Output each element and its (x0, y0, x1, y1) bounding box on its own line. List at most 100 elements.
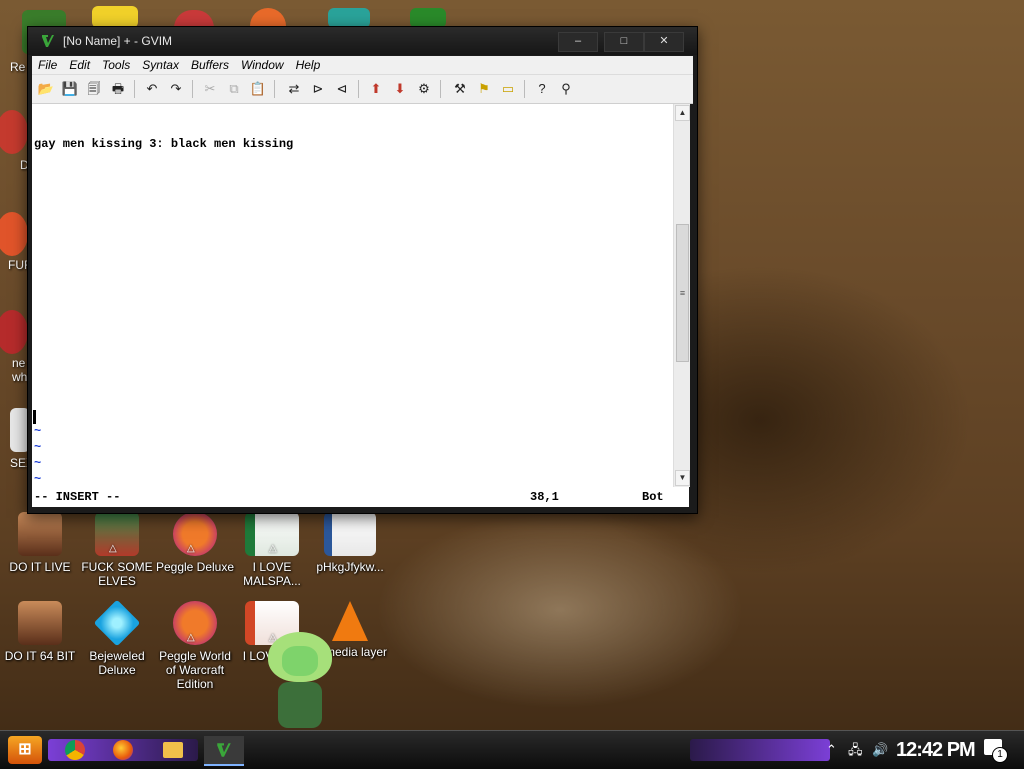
save-all-icon[interactable]: 🗐 (84, 79, 104, 99)
excel-icon: △ (245, 512, 299, 556)
find-next-icon[interactable]: ⊳ (308, 79, 328, 99)
desktop-icon-bejeweled-deluxe[interactable]: Bejeweled Deluxe (77, 599, 157, 677)
partial-icon-2[interactable] (0, 110, 28, 154)
firefox-icon[interactable] (108, 736, 138, 764)
toolbar-separator (134, 80, 135, 98)
toolbar-separator (524, 80, 525, 98)
print-icon[interactable]: 🖶 (108, 79, 128, 99)
scroll-up-icon[interactable]: ▲ (675, 105, 690, 121)
make-icon[interactable]: ⚒ (450, 79, 470, 99)
partial-label-re: Re (10, 60, 26, 74)
help-icon[interactable]: ? (532, 79, 552, 99)
desktop-icon-label: FUCK SOME ELVES (81, 560, 153, 588)
volume-icon[interactable]: 🔊 (872, 731, 888, 769)
empty-line-marker: ~ (34, 424, 42, 438)
desktop-icon-do-it-live[interactable]: DO IT LIVE (0, 512, 80, 574)
portrait-icon (18, 601, 62, 645)
open-icon[interactable]: 📂 (36, 79, 56, 99)
title-bar[interactable]: [No Name] + - GVIM – □ ✕ (28, 27, 697, 55)
gvim-window[interactable]: [No Name] + - GVIM – □ ✕ File Edit Tools Sy… (27, 26, 698, 514)
menu-help[interactable]: Help (290, 56, 327, 74)
redo-icon[interactable]: ↷ (166, 79, 186, 99)
file-explorer-icon[interactable] (158, 736, 188, 764)
desktop-icon-fuck-some-elves[interactable]: △ FUCK SOME ELVES (77, 512, 157, 588)
top-partial-icon-5[interactable] (410, 8, 446, 28)
start-button[interactable]: ⊞ (8, 736, 42, 764)
scroll-down-icon[interactable]: ▼ (675, 470, 690, 486)
peggle-icon: △ (173, 601, 217, 645)
gem-icon (93, 599, 141, 647)
mode-indicator: -- INSERT -- (34, 490, 121, 504)
menu-buffers[interactable]: Buffers (185, 56, 235, 74)
editor-text-area[interactable]: gay men kissing 3: black men kissing ~ ~… (32, 104, 673, 487)
gvim-taskbar-button[interactable] (204, 736, 244, 766)
menu-window[interactable]: Window (235, 56, 290, 74)
desktop-icon-do-it-64-bit[interactable]: DO IT 64 BIT (0, 601, 80, 663)
clock[interactable]: 12:42 PM (896, 733, 976, 767)
peggle-icon: △ (173, 512, 217, 556)
desktop-icon-label: pHkgJfykw... (316, 560, 384, 574)
save-icon[interactable]: 💾 (60, 79, 80, 99)
menu-file[interactable]: File (32, 56, 63, 74)
notification-count-badge: 1 (992, 747, 1008, 763)
run-script-icon[interactable]: ⚙ (414, 79, 434, 99)
desktop-icon-label: DO IT LIVE (9, 560, 71, 574)
toolbar: 📂 💾 🗐 🖶 ↶ ↷ ✂ ⧉ 📋 ⇄ ⊳ ⊲ ⬆ ⬇ ⚙ ⚒ ⚑ ▭ ? ⚲ (32, 75, 693, 104)
toolbar-separator (358, 80, 359, 98)
top-partial-icon-4[interactable] (328, 8, 370, 28)
toolbar-separator (274, 80, 275, 98)
desktop-icon-label: Bejeweled Deluxe (89, 649, 145, 677)
scroll-indicator: Bot (642, 490, 664, 504)
menu-edit[interactable]: Edit (63, 56, 96, 74)
game-icon: △ (95, 512, 139, 556)
vertical-scrollbar[interactable]: ▲ ≡ ▼ (673, 104, 690, 487)
desktop-icon-peggle-wow[interactable]: △ Peggle World of Warcraft Edition (155, 601, 235, 691)
partial-label-ne: ne (12, 356, 26, 370)
partial-label-wh: wh (12, 370, 28, 384)
desktop-icon-phkgjfykw[interactable]: pHkgJfykw... (310, 512, 390, 574)
partial-icon-3[interactable] (0, 212, 28, 256)
menu-syntax[interactable]: Syntax (136, 56, 185, 74)
desktop-icon-i-love-malspa[interactable]: △ I LOVE MALSPA... (232, 512, 312, 588)
desktop-icon-peggle-deluxe[interactable]: △ Peggle Deluxe (155, 512, 235, 574)
editor-line: gay men kissing 3: black men kissing (34, 137, 294, 151)
taskbar-accent-bar-right (690, 739, 830, 761)
paste-icon[interactable]: 📋 (248, 79, 268, 99)
jump-tag-icon[interactable]: ▭ (498, 79, 518, 99)
vim-logo-icon (42, 35, 54, 47)
undo-icon[interactable]: ↶ (142, 79, 162, 99)
desktop-icon-label: DO IT 64 BIT (4, 649, 76, 663)
taskbar: ⊞ ⌃ 🖧 🔊 12:42 PM 1 (0, 730, 1024, 769)
menu-tools[interactable]: Tools (96, 56, 136, 74)
copy-icon[interactable]: ⧉ (224, 79, 244, 99)
save-session-icon[interactable]: ⬇ (390, 79, 410, 99)
toolbar-separator (440, 80, 441, 98)
empty-line-marker: ~ (34, 440, 42, 454)
find-help-icon[interactable]: ⚲ (556, 79, 576, 99)
minimize-button[interactable]: – (558, 32, 598, 52)
top-partial-icon-1[interactable] (92, 6, 138, 28)
toolbar-separator (192, 80, 193, 98)
cut-icon[interactable]: ✂ (200, 79, 220, 99)
load-session-icon[interactable]: ⬆ (366, 79, 386, 99)
top-partial-icon-3[interactable] (250, 8, 286, 28)
text-cursor (33, 410, 36, 424)
build-tags-icon[interactable]: ⚑ (474, 79, 494, 99)
replace-icon[interactable]: ⇄ (284, 79, 304, 99)
chrome-icon[interactable] (60, 736, 90, 764)
close-button[interactable]: ✕ (644, 32, 684, 52)
cursor-position: 38,1 (530, 490, 559, 504)
word-doc-icon (324, 512, 376, 556)
desktop-icon-label: Peggle World of Warcraft Edition (159, 649, 231, 691)
empty-line-marker: ~ (34, 456, 42, 470)
menu-bar: File Edit Tools Syntax Buffers Window Help (32, 56, 693, 75)
partial-icon-4[interactable] (0, 310, 28, 354)
maximize-button[interactable]: □ (604, 32, 644, 52)
find-prev-icon[interactable]: ⊲ (332, 79, 352, 99)
portrait-icon (18, 512, 62, 556)
desktop-icon-label: I LOVE MALSPA... (243, 560, 301, 588)
vim-logo-icon (217, 743, 231, 757)
scrollbar-thumb[interactable]: ≡ (676, 224, 689, 362)
show-hidden-icons-icon[interactable]: ⌃ (826, 731, 837, 769)
network-icon[interactable]: 🖧 (848, 731, 863, 769)
